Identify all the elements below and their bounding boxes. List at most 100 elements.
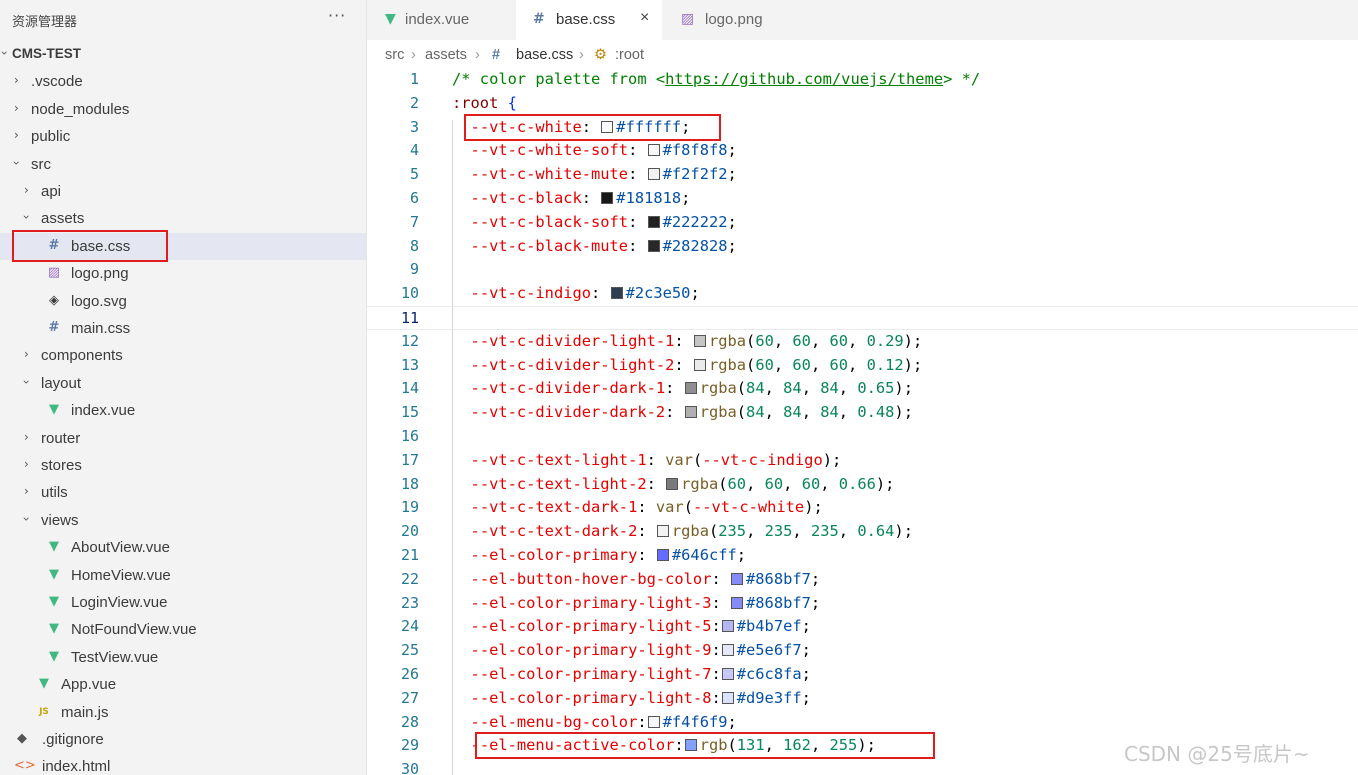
highlight-box-base-css bbox=[12, 230, 168, 262]
tree-item--vscode[interactable]: › .vscode bbox=[0, 68, 366, 95]
chevron-right-icon: › bbox=[411, 47, 416, 63]
breadcrumb-src[interactable]: src bbox=[385, 47, 404, 63]
css-property: --vt-c-indigo bbox=[470, 284, 592, 303]
css-value: #868bf7 bbox=[746, 593, 811, 612]
css-function: rgba bbox=[699, 403, 737, 422]
css-number: 84 bbox=[746, 379, 765, 398]
tree-item-api[interactable]: › api bbox=[0, 178, 366, 205]
css-property: --vt-c-white-soft bbox=[470, 141, 629, 160]
tree-item-node-modules[interactable]: › node_modules bbox=[0, 96, 366, 123]
tab-index-vue[interactable]: ▼ index.vue bbox=[367, 0, 516, 40]
code-text: :root { bbox=[452, 94, 517, 112]
line-number: 11 bbox=[400, 309, 419, 327]
code-text: --vt-c-text-light-1: var(--vt-c-indigo); bbox=[470, 450, 842, 469]
tree-item-layout[interactable]: › layout bbox=[0, 370, 366, 397]
highlight-box-line-3 bbox=[464, 114, 721, 141]
tree-item-label: layout bbox=[41, 374, 82, 392]
color-swatch[interactable] bbox=[601, 192, 614, 204]
breadcrumb-symbol[interactable]: :root bbox=[615, 47, 644, 63]
breadcrumb-assets[interactable]: assets bbox=[425, 47, 467, 63]
color-swatch[interactable] bbox=[610, 287, 623, 300]
ellipsis-icon[interactable]: ··· bbox=[328, 6, 346, 25]
color-swatch[interactable] bbox=[721, 691, 734, 704]
css-value: #c6c8fa bbox=[736, 665, 802, 683]
css-number: 60 bbox=[792, 331, 811, 350]
css-property: --vt-c-text-dark-1 bbox=[470, 498, 638, 517]
color-swatch[interactable] bbox=[693, 334, 706, 347]
tree-item--gitignore[interactable]: ◆ .gitignore bbox=[0, 726, 366, 753]
color-swatch[interactable] bbox=[666, 477, 679, 490]
code-line: 8 --vt-c-black-mute: #282828; bbox=[367, 235, 1358, 259]
line-number: 17 bbox=[400, 450, 419, 469]
css-number: 235 bbox=[764, 522, 793, 541]
line-number: 21 bbox=[400, 546, 419, 564]
color-swatch[interactable] bbox=[647, 215, 660, 228]
color-swatch[interactable] bbox=[647, 715, 660, 728]
tree-item-logo-svg[interactable]: ◈ logo.svg bbox=[0, 288, 366, 315]
tree-item-cms-test[interactable]: ›CMS-TEST bbox=[0, 41, 366, 68]
breadcrumb: src › assets › # base.css › ⚙ :root bbox=[367, 40, 1358, 70]
css-number: 0.66 bbox=[838, 474, 876, 493]
tab-base-css[interactable]: # base.css × bbox=[516, 0, 662, 40]
color-swatch[interactable] bbox=[731, 596, 744, 609]
tree-item-utils[interactable]: › utils bbox=[0, 479, 366, 506]
css-var-function: var bbox=[655, 498, 684, 517]
tree-item-assets[interactable]: › assets bbox=[0, 205, 366, 232]
css-file-icon: # bbox=[48, 320, 60, 335]
tree-item-aboutview-vue[interactable]: ▼ AboutView.vue bbox=[0, 534, 366, 561]
code-text: --vt-c-black: #181818; bbox=[470, 189, 691, 207]
close-icon[interactable]: × bbox=[640, 9, 649, 27]
color-swatch[interactable] bbox=[656, 525, 669, 538]
tree-item-logo-png[interactable]: ▨ logo.png bbox=[0, 260, 366, 287]
color-swatch[interactable] bbox=[721, 644, 734, 657]
tree-item-label: CMS-TEST bbox=[12, 46, 81, 61]
tree-item-components[interactable]: › components bbox=[0, 342, 366, 369]
tree-item-homeview-vue[interactable]: ▼ HomeView.vue bbox=[0, 562, 366, 589]
breadcrumb-file[interactable]: base.css bbox=[516, 47, 573, 63]
color-swatch[interactable] bbox=[647, 239, 660, 252]
code-text: --el-color-primary-light-7: #c6c8fa; bbox=[470, 665, 811, 683]
code-editor[interactable]: 1 /* color palette from <https://github.c… bbox=[367, 68, 1358, 775]
color-swatch[interactable] bbox=[684, 406, 697, 419]
css-number: 60 bbox=[792, 355, 811, 374]
color-swatch[interactable] bbox=[656, 549, 669, 561]
code-text: /* color palette from <https://github.co… bbox=[452, 70, 980, 88]
tree-item-main-css[interactable]: # main.css bbox=[0, 315, 366, 342]
css-var-ref: --vt-c-white bbox=[692, 498, 805, 517]
color-swatch[interactable] bbox=[731, 572, 744, 585]
tree-item-loginview-vue[interactable]: ▼ LoginView.vue bbox=[0, 589, 366, 616]
css-number: 0.12 bbox=[866, 355, 904, 374]
color-swatch[interactable] bbox=[647, 168, 660, 181]
tab-logo-png[interactable]: ▨ logo.png bbox=[662, 0, 816, 40]
color-swatch[interactable] bbox=[693, 358, 706, 371]
code-line: 23 --el-color-primary-light-3: #868bf7; bbox=[367, 592, 1358, 616]
color-swatch[interactable] bbox=[647, 144, 660, 157]
image-file-icon: ▨ bbox=[681, 11, 695, 27]
chevron-right-icon: › bbox=[24, 347, 29, 362]
color-swatch[interactable] bbox=[721, 620, 734, 633]
color-swatch[interactable] bbox=[721, 668, 734, 680]
code-line: 26 --el-color-primary-light-7: #c6c8fa; bbox=[367, 663, 1358, 687]
tree-item-src[interactable]: › src bbox=[0, 151, 366, 178]
tree-item-label: router bbox=[41, 429, 81, 447]
line-number: 9 bbox=[409, 260, 419, 279]
tree-item-index-vue[interactable]: ▼ index.vue bbox=[0, 397, 366, 424]
css-file-icon: # bbox=[492, 47, 501, 63]
tree-item-router[interactable]: › router bbox=[0, 425, 366, 452]
tree-item-views[interactable]: › views bbox=[0, 507, 366, 534]
css-value: #868bf7 bbox=[746, 569, 811, 588]
css-value: #282828 bbox=[662, 236, 728, 255]
css-function: rgba bbox=[681, 474, 719, 493]
tree-item-stores[interactable]: › stores bbox=[0, 452, 366, 479]
tree-item-index-html[interactable]: <> index.html bbox=[0, 753, 366, 775]
tree-item-main-js[interactable]: JS main.js bbox=[0, 699, 366, 726]
tree-item-testview-vue[interactable]: ▼ TestView.vue bbox=[0, 644, 366, 671]
tree-item-notfoundview-vue[interactable]: ▼ NotFoundView.vue bbox=[0, 616, 366, 643]
code-line: 21 --el-color-primary: #646cff; bbox=[367, 544, 1358, 568]
css-number: 84 bbox=[746, 403, 765, 422]
tree-item-public[interactable]: › public bbox=[0, 123, 366, 150]
color-swatch[interactable] bbox=[684, 382, 697, 395]
tree-item-app-vue[interactable]: ▼ App.vue bbox=[0, 671, 366, 698]
comment-url[interactable]: https://github.com/vuejs/theme bbox=[665, 70, 943, 88]
tree-item-label: main.js bbox=[61, 703, 109, 721]
